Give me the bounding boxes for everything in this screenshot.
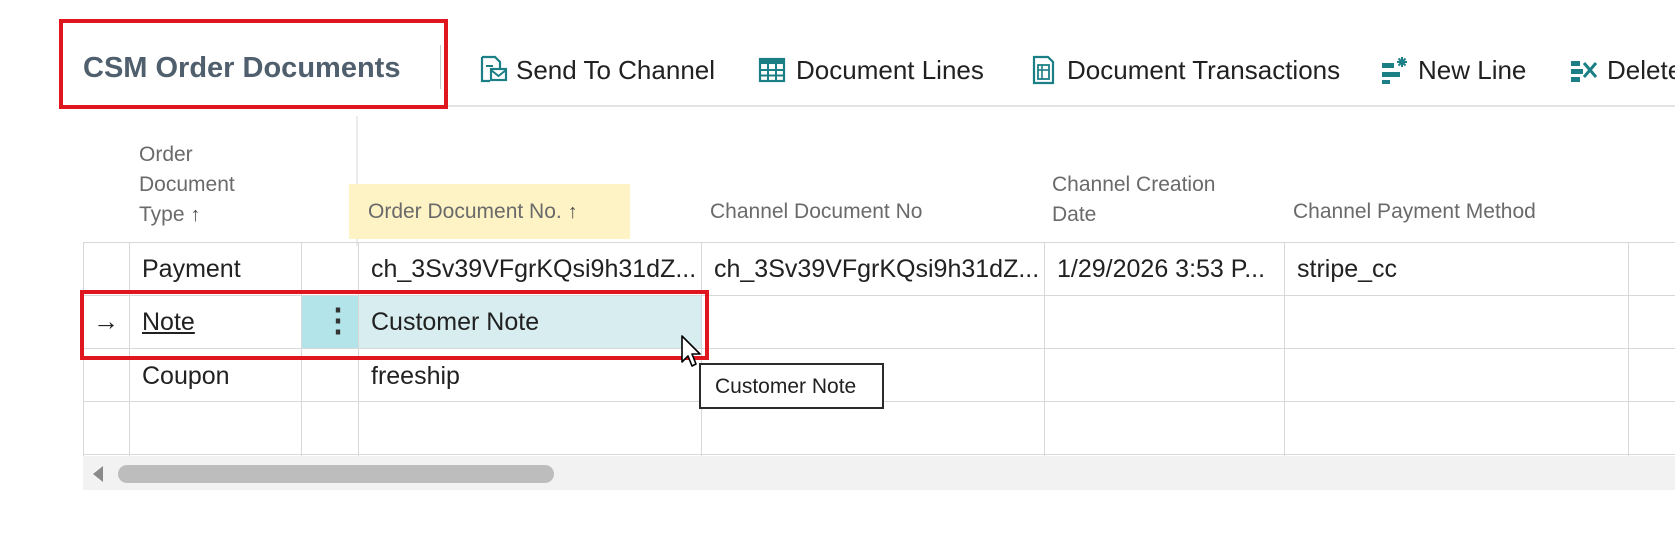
column-header-label: Order Document No. bbox=[368, 200, 562, 223]
cell-order-document-type[interactable]: Payment bbox=[142, 255, 241, 284]
cell-channel-creation-date[interactable]: 1/29/2026 3:53 P... bbox=[1057, 255, 1265, 284]
send-to-channel-label: Send To Channel bbox=[516, 54, 716, 85]
delete-line-icon bbox=[1569, 55, 1599, 85]
sort-ascending-icon: ↑ bbox=[567, 201, 578, 223]
toolbar-divider bbox=[440, 45, 441, 89]
new-line-label: New Line bbox=[1418, 54, 1527, 85]
column-header-channel-document-no[interactable]: Channel Document No bbox=[710, 197, 922, 227]
cell-order-document-type[interactable]: Coupon bbox=[142, 362, 230, 391]
column-header-line: Document bbox=[139, 173, 235, 196]
column-divider bbox=[1628, 242, 1629, 456]
document-transactions-button[interactable]: Document Transactions bbox=[1029, 48, 1340, 92]
document-transactions-icon bbox=[1029, 55, 1059, 85]
send-to-channel-button[interactable]: Send To Channel bbox=[478, 48, 715, 92]
column-divider bbox=[1284, 242, 1285, 456]
column-header-channel-payment-method[interactable]: Channel Payment Method bbox=[1293, 197, 1536, 227]
cell-tooltip: Customer Note bbox=[699, 363, 884, 409]
column-header-line: Order bbox=[139, 143, 193, 166]
new-line-icon bbox=[1380, 55, 1410, 85]
column-header-order-document-type[interactable]: Order Document Type ↑ bbox=[139, 140, 235, 230]
scroll-left-icon[interactable] bbox=[93, 466, 103, 482]
delete-label: Delete bbox=[1607, 54, 1675, 85]
cell-order-document-no[interactable]: freeship bbox=[371, 362, 460, 391]
new-line-button[interactable]: New Line bbox=[1380, 48, 1526, 92]
document-transactions-label: Document Transactions bbox=[1067, 54, 1341, 85]
document-lines-label: Document Lines bbox=[796, 54, 984, 85]
column-header-line: Channel Creation bbox=[1052, 173, 1216, 196]
title-highlight-box bbox=[59, 19, 448, 109]
delete-button[interactable]: Delete bbox=[1569, 48, 1675, 92]
scrollbar-thumb[interactable] bbox=[118, 465, 554, 483]
row-divider bbox=[83, 454, 1675, 455]
column-header-channel-creation-date[interactable]: Channel Creation Date bbox=[1052, 170, 1215, 230]
sort-ascending-icon: ↑ bbox=[190, 204, 201, 226]
active-row-highlight-box bbox=[80, 290, 709, 360]
column-header-line: Date bbox=[1052, 203, 1097, 226]
cell-channel-payment-method[interactable]: stripe_cc bbox=[1297, 255, 1397, 284]
column-divider bbox=[1044, 242, 1045, 456]
document-lines-button[interactable]: Document Lines bbox=[758, 48, 984, 92]
cell-channel-document-no[interactable]: ch_3Sv39VFgrKQsi9h31dZ... bbox=[714, 255, 1039, 284]
column-header-line: Type bbox=[139, 203, 185, 226]
column-header-order-document-no[interactable]: Order Document No. ↑ bbox=[368, 197, 578, 227]
grid-lines-icon bbox=[758, 55, 788, 85]
cell-order-document-no[interactable]: ch_3Sv39VFgrKQsi9h31dZ... bbox=[371, 255, 696, 284]
toolbar-divider-line bbox=[448, 105, 1675, 107]
send-document-icon bbox=[478, 55, 508, 85]
